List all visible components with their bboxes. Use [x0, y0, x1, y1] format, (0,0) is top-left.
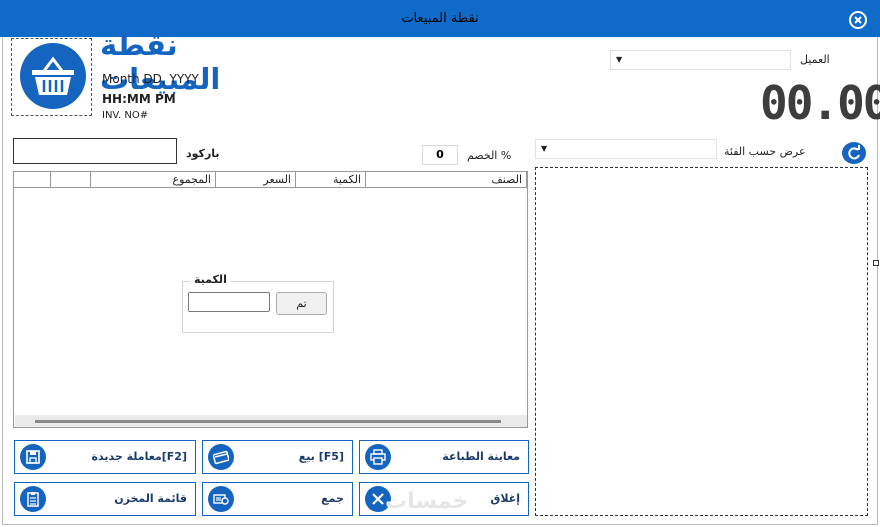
column-header-blank-2[interactable]	[14, 172, 51, 188]
discount-input[interactable]: 0	[422, 145, 458, 165]
column-header-quantity[interactable]: الكمية	[296, 172, 366, 188]
column-header-item[interactable]: الصنف	[366, 172, 527, 188]
customer-dropdown[interactable]: ▼	[610, 50, 791, 70]
credit-card-icon	[208, 444, 234, 470]
category-label: عرض حسب الفئة	[724, 145, 806, 158]
products-panel[interactable]	[535, 167, 868, 516]
discount-label: الخصم %	[467, 149, 512, 162]
logo-box	[11, 38, 92, 116]
quantity-label: الكمية	[190, 273, 231, 286]
scrollbar-thumb[interactable]	[35, 420, 501, 423]
barcode-input[interactable]	[13, 138, 177, 164]
customer-label: العميل	[800, 53, 830, 66]
shopping-basket-icon	[20, 43, 86, 109]
time-label: HH:MM PM	[102, 92, 176, 106]
inventory-list-button[interactable]: قائمة المخزن	[14, 482, 196, 516]
print-preview-button[interactable]: معاينة الطباعة	[359, 440, 529, 474]
resize-handle[interactable]	[873, 260, 879, 266]
quantity-confirm-button[interactable]: تم	[276, 292, 327, 315]
column-header-blank-1[interactable]	[51, 172, 91, 188]
sell-button[interactable]: [F5] بيع	[202, 440, 353, 474]
sum-button[interactable]: جمع	[202, 482, 353, 516]
category-dropdown[interactable]: ▼	[535, 139, 717, 159]
cash-icon	[208, 486, 234, 512]
date-label: Month DD, YYYY	[102, 72, 199, 86]
column-header-price[interactable]: السعر	[216, 172, 296, 188]
printer-icon	[365, 444, 391, 470]
chevron-down-icon: ▼	[616, 55, 623, 64]
barcode-label: باركود	[186, 147, 220, 160]
quantity-input[interactable]	[188, 292, 270, 312]
total-amount: 00.00	[760, 76, 880, 130]
close-window-button[interactable]	[849, 11, 867, 29]
clipboard-icon	[20, 486, 46, 512]
new-transaction-button[interactable]: [F2]معاملة جديدة	[14, 440, 196, 474]
horizontal-scrollbar[interactable]	[15, 415, 527, 427]
watermark: خمسات	[385, 489, 469, 514]
chevron-down-icon: ▼	[541, 144, 548, 153]
invoice-label: INV. NO#	[102, 110, 149, 121]
refresh-button[interactable]	[842, 142, 866, 164]
column-header-total[interactable]: المجموع	[91, 172, 216, 188]
floppy-icon	[20, 444, 46, 470]
